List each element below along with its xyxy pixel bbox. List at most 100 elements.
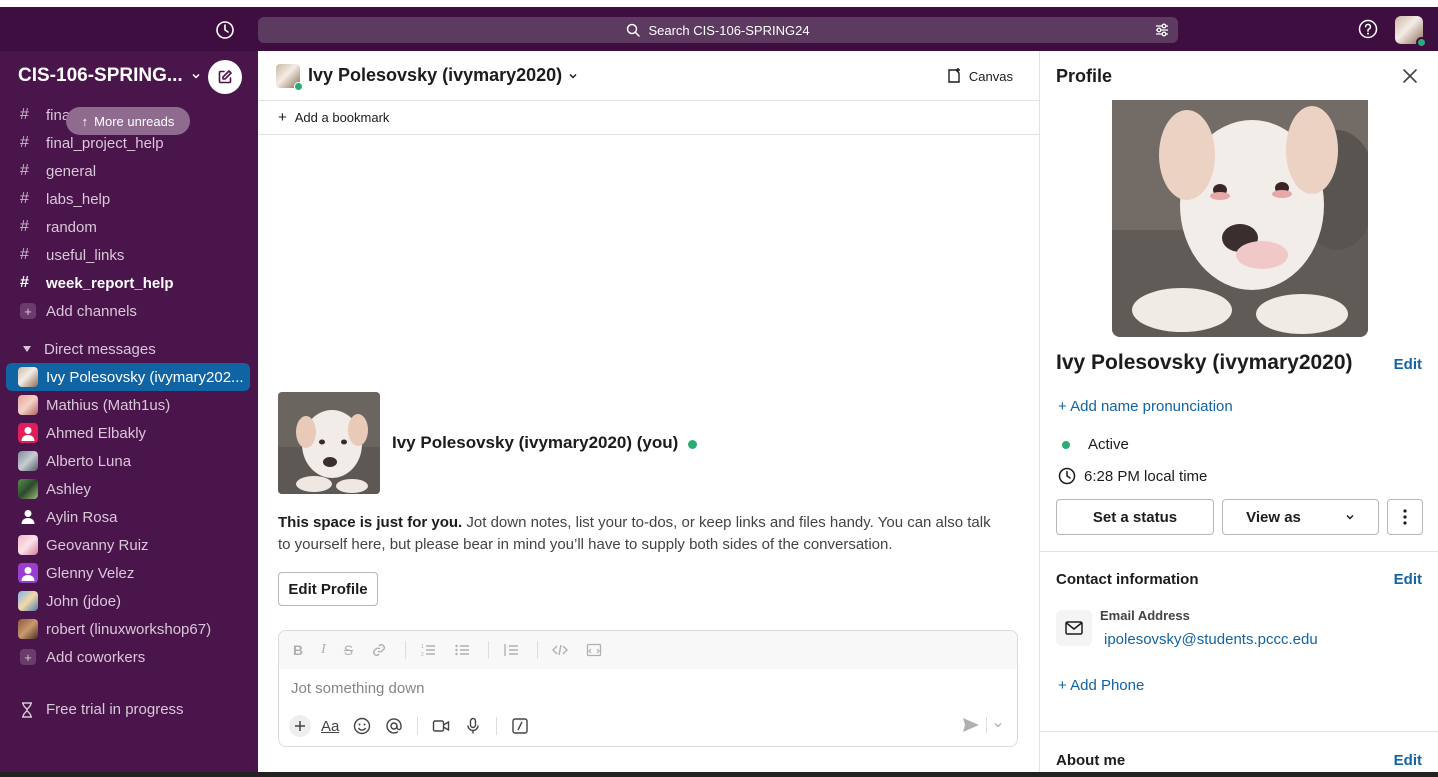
set-status-button[interactable]: Set a status — [1056, 499, 1214, 535]
add-channels-button[interactable]: + Add channels — [0, 297, 258, 325]
edit-name-button[interactable]: Edit — [1394, 356, 1422, 373]
channel-general[interactable]: # general — [0, 157, 258, 185]
mention-icon[interactable] — [385, 717, 403, 735]
intro-name[interactable]: Ivy Polesovsky (ivymary2020) (you) — [392, 433, 678, 452]
channel-label: week_report_help — [46, 274, 174, 292]
help-icon[interactable] — [1358, 19, 1378, 39]
canvas-button[interactable]: Canvas — [945, 67, 1013, 85]
add-coworkers-button[interactable]: + Add coworkers — [0, 643, 258, 671]
plus-icon: + — [20, 303, 36, 319]
hash-icon: # — [20, 106, 29, 123]
channel-label: random — [46, 218, 97, 236]
dm-label: Glenny Velez — [46, 564, 135, 582]
send-button[interactable] — [962, 717, 1003, 733]
workspace-name: CIS-106-SPRING... — [18, 65, 183, 86]
email-label: Email Address — [1100, 608, 1190, 623]
dm-robert[interactable]: robert (linuxworkshop67) — [0, 615, 258, 643]
search-bar[interactable]: Search CIS-106-SPRING24 — [258, 17, 1178, 43]
edit-about-button[interactable]: Edit — [1394, 752, 1422, 769]
dm-label: Aylin Rosa — [46, 508, 118, 526]
add-channels-label: Add channels — [46, 302, 137, 320]
search-filter-icon[interactable] — [1154, 22, 1170, 38]
avatar — [18, 367, 38, 387]
ordered-list-icon[interactable]: 12 — [420, 642, 436, 658]
plus-icon: + — [20, 649, 36, 665]
channel-label: final_project_help — [46, 134, 164, 152]
link-icon[interactable] — [371, 642, 387, 658]
kebab-menu-icon — [1403, 509, 1407, 525]
emoji-icon[interactable] — [353, 717, 371, 735]
window-bottom-edge — [0, 772, 1438, 777]
intro-description: This space is just for you. Jot down not… — [278, 512, 998, 556]
dm-glenny-velez[interactable]: Glenny Velez — [0, 559, 258, 587]
bookmark-bar[interactable]: + Add a bookmark — [258, 101, 1039, 135]
channel-random[interactable]: # random — [0, 213, 258, 241]
more-unreads-button[interactable]: ↑ More unreads — [66, 107, 190, 135]
caret-down-icon — [22, 345, 32, 353]
attach-plus-icon[interactable] — [289, 715, 311, 737]
compose-button[interactable] — [208, 60, 242, 94]
chevron-down-icon[interactable] — [568, 71, 578, 81]
svg-text:1: 1 — [421, 644, 424, 650]
microphone-icon[interactable] — [464, 717, 482, 735]
edit-contact-button[interactable]: Edit — [1394, 571, 1422, 588]
hourglass-icon — [22, 701, 32, 718]
dm-ashley[interactable]: Ashley — [0, 475, 258, 503]
email-link[interactable]: ipolesovsky@students.pccc.edu — [1104, 631, 1318, 648]
user-avatar[interactable] — [1395, 16, 1427, 48]
profile-header: Profile — [1040, 51, 1438, 101]
channel-labs-help[interactable]: # labs_help — [0, 185, 258, 213]
hash-icon: # — [20, 274, 29, 291]
profile-photo-large[interactable] — [1112, 100, 1368, 337]
chevron-down-icon — [994, 723, 1002, 728]
search-icon — [626, 23, 641, 37]
profile-photo[interactable] — [278, 392, 380, 494]
channel-useful-links[interactable]: # useful_links — [0, 241, 258, 269]
sidebar: CIS-106-SPRING... # fina # final_project_h… — [0, 51, 258, 777]
text-format-icon[interactable]: Aa — [321, 718, 339, 735]
presence-dot — [294, 81, 303, 91]
free-trial-banner[interactable]: Free trial in progress — [20, 701, 184, 718]
dm-label: Ashley — [46, 480, 92, 498]
dm-label: Alberto Luna — [46, 452, 132, 470]
channel-intro: Ivy Polesovsky (ivymary2020) (you) This … — [278, 392, 1018, 606]
add-phone-link[interactable]: + Add Phone — [1058, 677, 1144, 694]
dm-ahmed-elbakly[interactable]: Ahmed Elbakly — [0, 419, 258, 447]
dm-geovanny-ruiz[interactable]: Geovanny Ruiz — [0, 531, 258, 559]
history-clock-icon[interactable] — [214, 19, 236, 41]
view-as-label: View as — [1246, 508, 1301, 526]
bullet-list-icon[interactable] — [454, 642, 470, 658]
add-name-pronunciation-link[interactable]: + Add name pronunciation — [1058, 398, 1233, 415]
add-coworkers-label: Add coworkers — [46, 648, 146, 666]
message-input[interactable]: Jot something down — [279, 669, 1017, 707]
blockquote-icon[interactable] — [503, 642, 519, 658]
bold-icon[interactable]: B — [293, 642, 303, 658]
dm-label: Ivy Polesovsky (ivymary202... — [46, 368, 244, 386]
code-block-icon[interactable] — [586, 642, 602, 658]
slash-command-icon[interactable] — [511, 717, 529, 735]
plus-icon: + — [278, 109, 287, 126]
avatar — [18, 591, 38, 611]
avatar — [18, 479, 38, 499]
message-composer: B I S 12 Jot something down Aa — [278, 630, 1018, 747]
edit-profile-button[interactable]: Edit Profile — [278, 572, 378, 606]
direct-messages-section[interactable]: Direct messages — [0, 335, 258, 363]
dm-mathius[interactable]: Mathius (Math1us) — [0, 391, 258, 419]
channel-week-report-help[interactable]: # week_report_help — [0, 269, 258, 297]
channel-label: general — [46, 162, 97, 180]
avatar — [276, 63, 303, 91]
dm-john[interactable]: John (jdoe) — [0, 587, 258, 615]
more-actions-button[interactable] — [1387, 499, 1423, 535]
close-icon[interactable] — [1402, 68, 1418, 84]
channel-list: # fina # final_project_help # general # labs… — [0, 101, 258, 671]
view-as-button[interactable]: View as — [1222, 499, 1379, 535]
strikethrough-icon[interactable]: S — [344, 642, 353, 658]
italic-icon[interactable]: I — [321, 642, 326, 658]
video-icon[interactable] — [432, 717, 450, 735]
formatting-toolbar: B I S 12 — [279, 631, 1017, 669]
code-icon[interactable] — [552, 642, 569, 658]
channel-title[interactable]: Ivy Polesovsky (ivymary2020) — [308, 65, 562, 86]
dm-alberto-luna[interactable]: Alberto Luna — [0, 447, 258, 475]
dm-ivy-polesovsky[interactable]: Ivy Polesovsky (ivymary202... — [6, 363, 250, 391]
dm-aylin-rosa[interactable]: Aylin Rosa — [0, 503, 258, 531]
